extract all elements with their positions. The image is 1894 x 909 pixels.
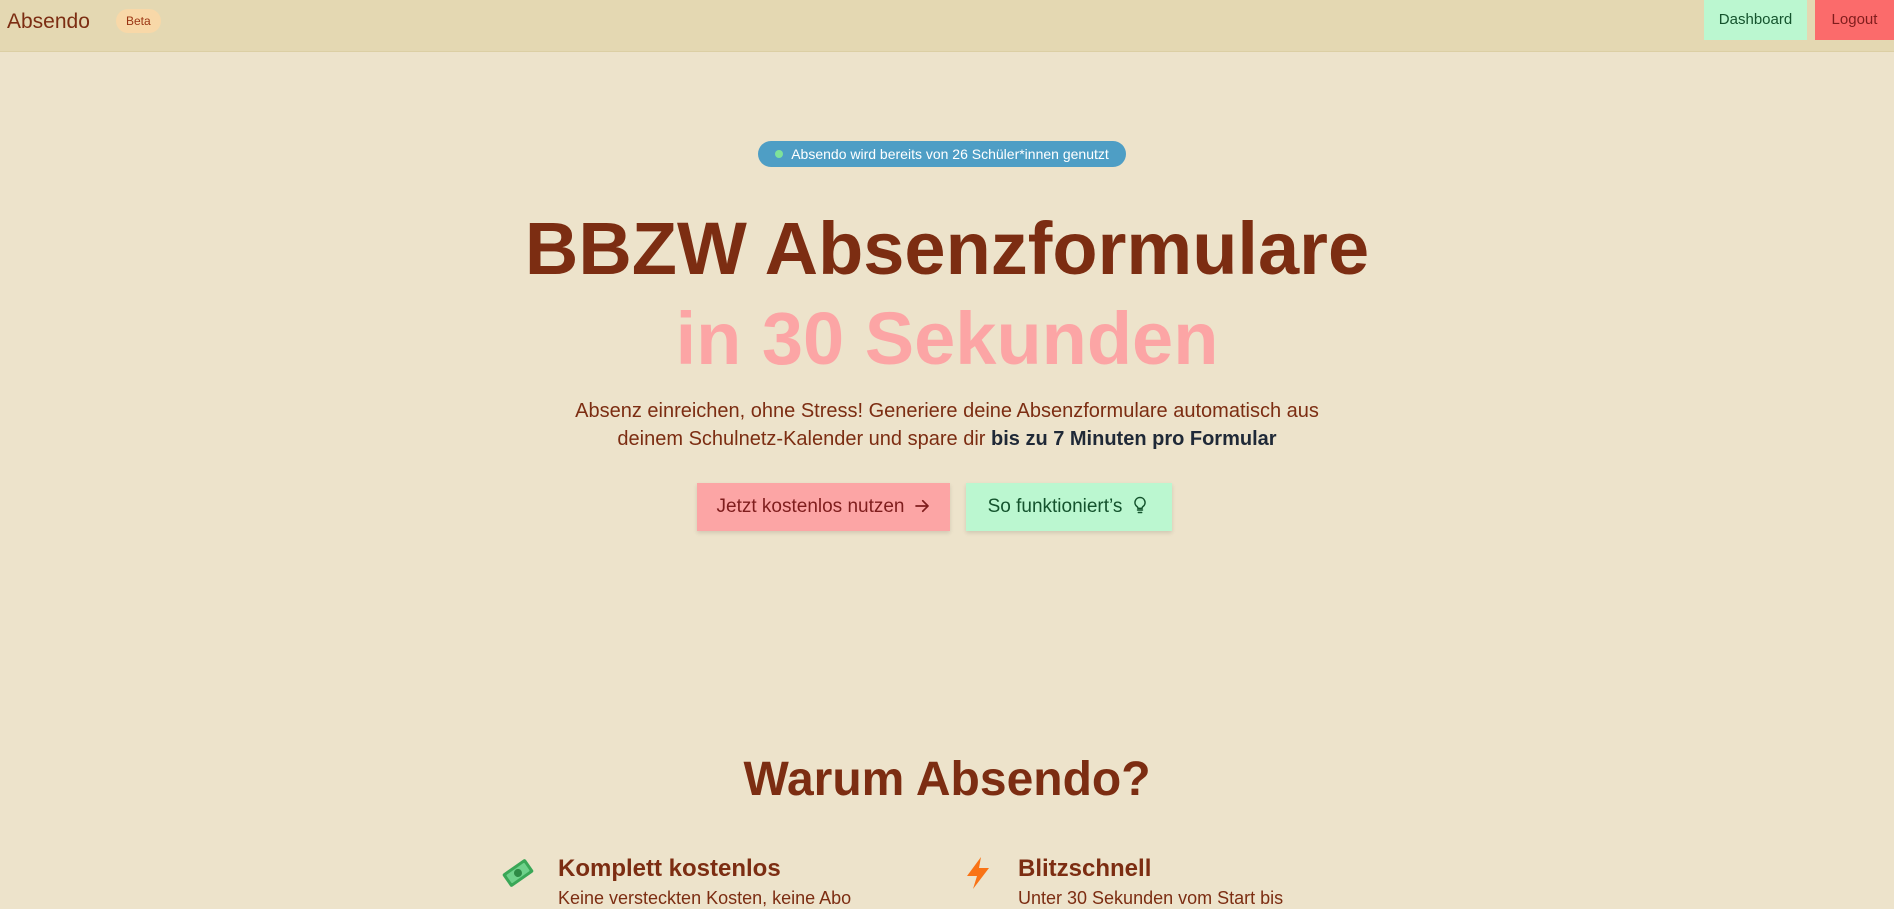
top-navbar: Absendo Beta Dashboard Logout: [0, 0, 1894, 52]
how-it-works-label: So funktioniert’s: [987, 496, 1123, 517]
user-count-text: Absendo wird bereits von 26 Schüler*inne…: [791, 146, 1109, 162]
feature-fast-text: Unter 30 Sekunden vom Start bis: [1018, 888, 1284, 908]
feature-free-text: Keine versteckten Kosten, keine Abo: [558, 888, 852, 908]
beta-badge: Beta: [116, 9, 161, 33]
lightbulb-icon: [1134, 496, 1147, 514]
start-free-label: Jetzt kostenlos nutzen: [716, 496, 905, 517]
hero-subtitle-bold: bis zu 7 Minuten pro Formular: [990, 428, 1277, 450]
logout-button[interactable]: Logout: [1815, 0, 1894, 40]
start-free-button[interactable]: Jetzt kostenlos nutzen: [697, 483, 950, 531]
feature-free-title: Komplett kostenlos: [558, 855, 781, 882]
money-icon: [502, 859, 534, 887]
arrow-right-icon: [914, 499, 929, 513]
dashboard-button[interactable]: Dashboard: [1704, 0, 1807, 40]
how-it-works-button[interactable]: So funktioniert’s: [966, 483, 1172, 531]
lightning-icon: [967, 857, 989, 889]
status-dot-icon: [775, 150, 784, 158]
hero-title-highlight: in 30 Sekunden: [675, 297, 1219, 380]
user-count-pill: Absendo wird bereits von 26 Schüler*inne…: [758, 141, 1126, 167]
brand-logo-link[interactable]: Absendo: [7, 10, 90, 34]
hero-title: BBZW Absenzformulare: [524, 207, 1370, 290]
feature-fast-title: Blitzschnell: [1018, 855, 1152, 882]
hero-subtitle: Absenz einreichen, ohne Stress! Generier…: [547, 397, 1347, 453]
why-section-title: Warum Absendo?: [743, 753, 1151, 806]
